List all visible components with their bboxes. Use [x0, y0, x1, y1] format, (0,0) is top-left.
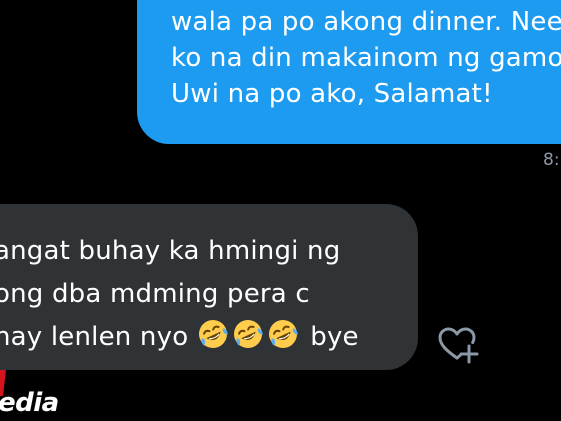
sent-message-line: ko na din makainom ng gamo: [171, 43, 561, 73]
rolling-on-floor-laughing-emoji: [198, 320, 228, 348]
received-message-bubble[interactable]: angat buhay ka hmingi ng ong dba mdming …: [0, 204, 418, 370]
watermark-logo: edia: [0, 370, 94, 421]
rolling-on-floor-laughing-emoji: [268, 320, 298, 348]
received-message-trailing-text: bye: [310, 322, 359, 352]
sent-message-line: Uwi na po ako, Salamat!: [171, 79, 493, 109]
dm-conversation-view: wala pa po akong dinner. Nee ko na din m…: [0, 0, 561, 421]
watermark-text: edia: [0, 387, 60, 419]
add-reaction-button[interactable]: [437, 326, 481, 366]
rolling-on-floor-laughing-emoji: [233, 320, 263, 348]
message-timestamp: 8:: [543, 150, 560, 170]
heart-plus-icon: [438, 327, 479, 364]
received-message-line: angat buhay ka hmingi ng: [0, 236, 341, 266]
received-message-text: nay lenlen nyo: [0, 322, 189, 352]
sent-message-bubble[interactable]: wala pa po akong dinner. Nee ko na din m…: [137, 0, 561, 144]
received-message-line: ong dba mdming pera c: [0, 279, 310, 309]
sent-message-line: wala pa po akong dinner. Nee: [171, 7, 561, 37]
received-message-line-last: nay lenlen nyo bye: [0, 316, 418, 359]
